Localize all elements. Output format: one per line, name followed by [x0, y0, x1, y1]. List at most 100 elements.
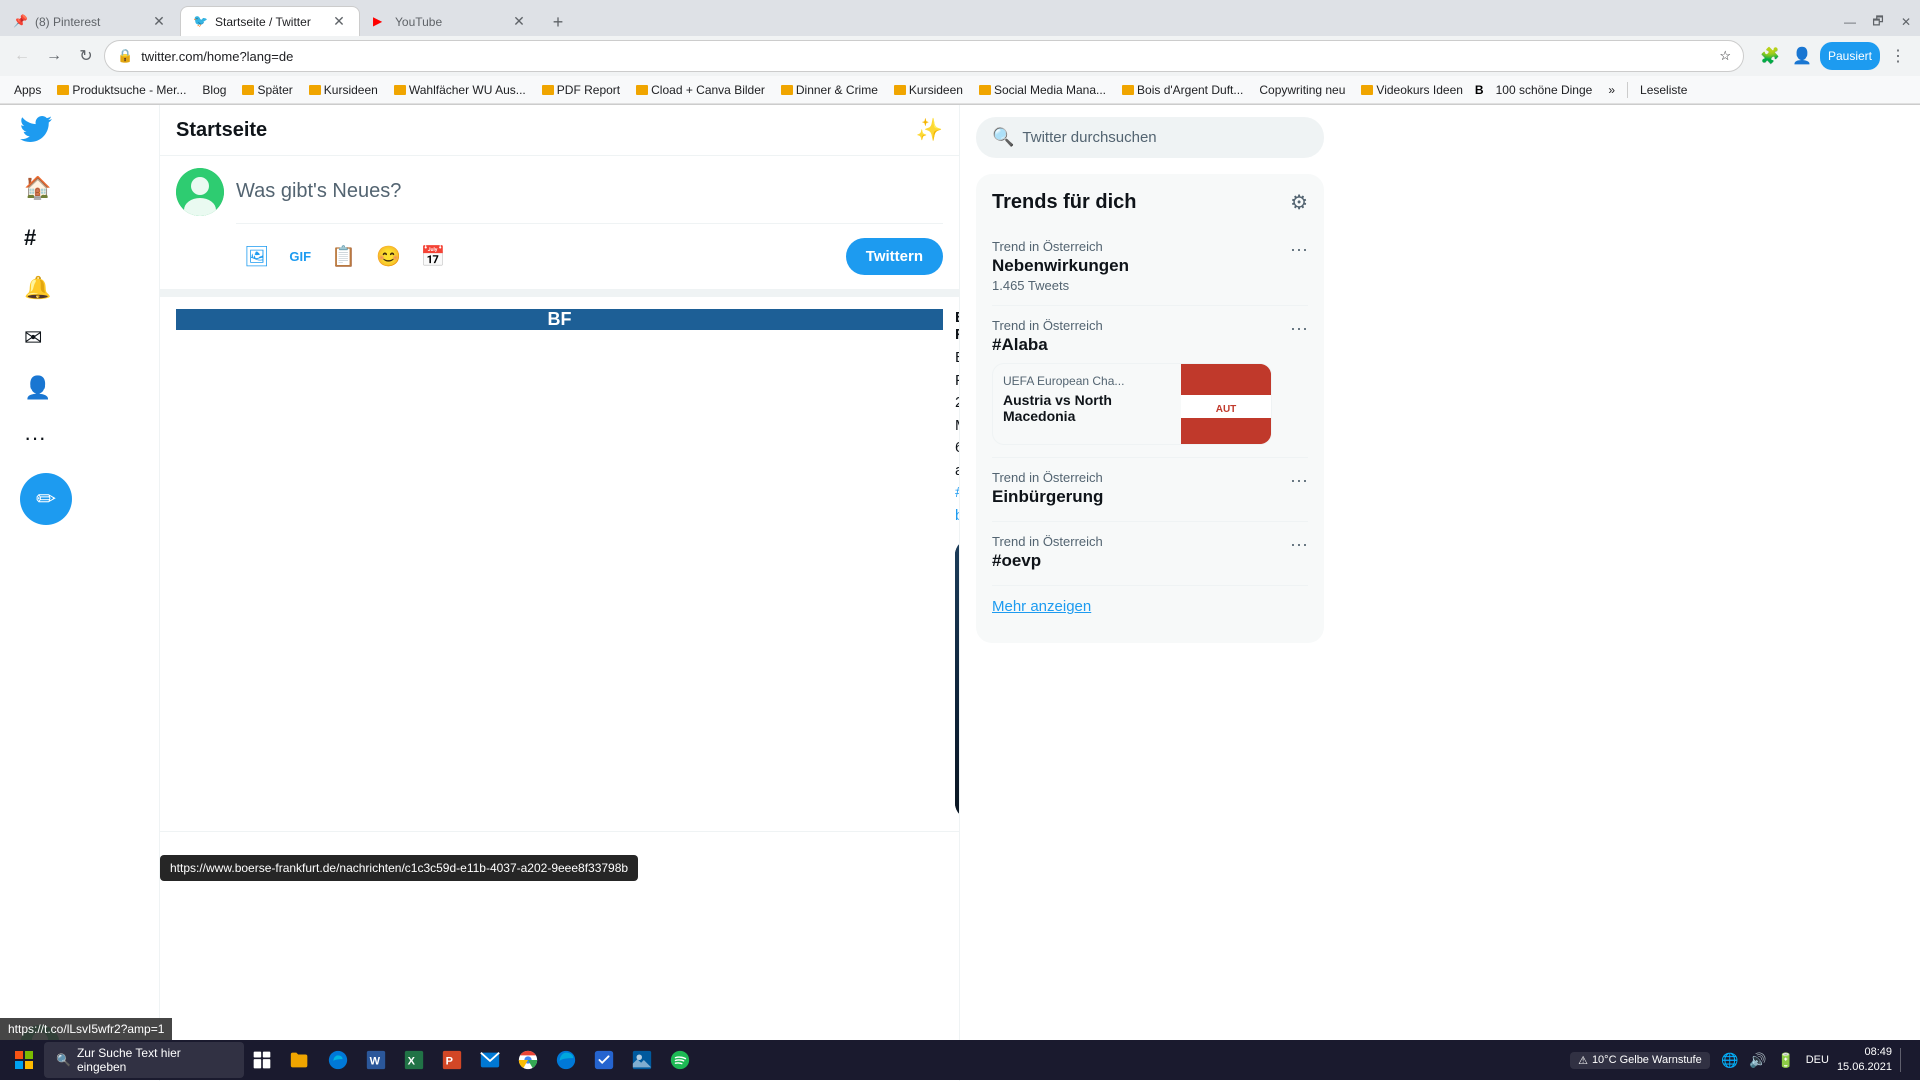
reload-button[interactable]: ↻ [72, 42, 100, 70]
show-desktop-button[interactable] [1900, 1048, 1908, 1072]
bookmark-bois[interactable]: Bois d'Argent Duft... [1116, 81, 1249, 99]
folder-icon-cload [636, 85, 648, 95]
more-icon: ··· [24, 425, 46, 451]
trend-item-nebenwirkungen[interactable]: Trend in Österreich Nebenwirkungen 1.465… [992, 227, 1308, 306]
restore-button[interactable]: 🗗 [1864, 8, 1892, 36]
twitter-favicon: 🐦 [193, 14, 209, 30]
bookmark-copywriting[interactable]: Copywriting neu [1253, 81, 1351, 99]
trends-box: Trends für dich ⚙ Trend in Österreich Ne… [976, 174, 1324, 643]
bookmark-wahlfächer[interactable]: Wahlfächer WU Aus... [388, 81, 532, 99]
bookmark-cload[interactable]: Cload + Canva Bilder [630, 81, 771, 99]
trend-item-alaba[interactable]: Trend in Österreich #Alaba UEFA European… [992, 306, 1308, 458]
search-box[interactable]: 🔍 [976, 117, 1324, 158]
sparkle-button[interactable]: ✨ [916, 117, 943, 143]
menu-button[interactable]: ⋮ [1884, 42, 1912, 70]
bookmark-social-media[interactable]: Social Media Mana... [973, 81, 1112, 99]
bookmark-produktsuche[interactable]: Produktsuche - Mer... [51, 81, 192, 99]
volume-tray-icon[interactable]: 🔊 [1746, 1048, 1770, 1072]
new-tab-button[interactable]: + [544, 8, 572, 36]
tab-youtube[interactable]: ▶ YouTube ✕ [360, 6, 540, 36]
todo-icon[interactable] [586, 1042, 622, 1078]
chrome-icon[interactable] [510, 1042, 546, 1078]
tray-clock[interactable]: 08:49 15.06.2021 [1837, 1045, 1892, 1076]
bookmark-100[interactable]: 100 schöne Dinge [1490, 81, 1599, 99]
pause-button[interactable]: Pausiert [1820, 42, 1880, 70]
trend-einbürgerung-name: Einbürgerung [992, 487, 1103, 507]
minimize-button[interactable]: — [1836, 8, 1864, 36]
search-input[interactable] [1022, 129, 1308, 146]
trend-oevp-more[interactable]: ··· [1290, 534, 1308, 555]
star-icon[interactable]: ☆ [1719, 48, 1731, 64]
mail-icon-taskbar[interactable] [472, 1042, 508, 1078]
tab-pinterest[interactable]: 📌 (8) Pinterest ✕ [0, 6, 180, 36]
folder-icon-später [242, 85, 254, 95]
browser-controls: ← → ↻ 🔒 twitter.com/home?lang=de ☆ 🧩 👤 P… [0, 36, 1920, 76]
schedule-action-button[interactable]: 📅 [413, 236, 454, 277]
bookmarks-bar: Apps Produktsuche - Mer... Blog Später K… [0, 76, 1920, 104]
taskbar-search-box[interactable]: 🔍 Zur Suche Text hier eingeben [44, 1042, 244, 1078]
trend-einbürgerung-more[interactable]: ··· [1290, 470, 1308, 491]
trend-nebenwirkungen-more[interactable]: ··· [1290, 239, 1308, 260]
back-button[interactable]: ← [8, 42, 36, 70]
network-tray-icon[interactable]: 🌐 [1718, 1048, 1742, 1072]
nav-messages[interactable]: ✉ [12, 315, 147, 361]
gif-action-button[interactable]: GIF [281, 241, 319, 272]
nav-more[interactable]: ··· [12, 415, 147, 461]
spotify-icon[interactable] [662, 1042, 698, 1078]
tab-youtube-close[interactable]: ✕ [511, 14, 527, 30]
bookmark-pdf[interactable]: PDF Report [536, 81, 626, 99]
windows-taskbar: 🔍 Zur Suche Text hier eingeben W X P [0, 1040, 1920, 1080]
edge-icon-taskbar[interactable] [548, 1042, 584, 1078]
powerpoint-icon[interactable]: P [434, 1042, 470, 1078]
forward-button[interactable]: → [40, 42, 68, 70]
bookmark-apps[interactable]: Apps [8, 81, 47, 99]
reading-list[interactable]: Leseliste [1634, 81, 1693, 99]
compose-tweet-button[interactable]: ✏ [20, 473, 72, 525]
word-icon[interactable]: W [358, 1042, 394, 1078]
nav-home[interactable]: 🏠 [12, 165, 147, 211]
bookmark-videokurs[interactable]: Videokurs Ideen [1355, 81, 1469, 99]
twittern-button[interactable]: Twittern [846, 238, 943, 275]
bookmark-kursideen2[interactable]: Kursideen [888, 81, 969, 99]
address-bar[interactable]: 🔒 twitter.com/home?lang=de ☆ [104, 40, 1744, 72]
profile-button[interactable]: 👤 [1788, 42, 1816, 70]
tab-pinterest-close[interactable]: ✕ [151, 14, 167, 30]
trend-alaba-more[interactable]: ··· [1290, 318, 1308, 339]
compose-placeholder[interactable]: Was gibt's Neues? [236, 168, 943, 215]
taskview-button[interactable] [244, 1042, 280, 1078]
battery-tray-icon[interactable]: 🔋 [1774, 1048, 1798, 1072]
bookmark-später[interactable]: Später [236, 81, 298, 99]
bookmark-dinner[interactable]: Dinner & Crime [775, 81, 884, 99]
trends-settings-button[interactable]: ⚙ [1290, 190, 1308, 215]
nav-profile[interactable]: 👤 [12, 365, 147, 411]
emoji-action-button[interactable]: 😊 [368, 236, 409, 277]
image-action-button[interactable]: 🖼 [236, 236, 277, 277]
extensions-button[interactable]: 🧩 [1756, 42, 1784, 70]
mehr-anzeigen-link[interactable]: Mehr anzeigen [992, 586, 1308, 627]
folder-icon-wahlfächer [394, 85, 406, 95]
close-window-button[interactable]: ✕ [1892, 8, 1920, 36]
compose-plus-icon: ✏ [36, 485, 56, 514]
start-button[interactable] [4, 1040, 44, 1080]
edge-icon[interactable] [320, 1042, 356, 1078]
bookmark-more[interactable]: » [1602, 81, 1621, 99]
svg-text:P: P [446, 1056, 453, 1068]
poll-action-button[interactable]: 📋 [323, 236, 364, 277]
trend-item-oevp[interactable]: Trend in Österreich #oevp ··· [992, 522, 1308, 586]
bookmark-blog[interactable]: Blog [196, 81, 232, 99]
twitter-logo[interactable] [20, 113, 52, 153]
tab-bar: 📌 (8) Pinterest ✕ 🐦 Startseite / Twitter… [0, 0, 1920, 36]
trend-item-einbürgerung[interactable]: Trend in Österreich Einbürgerung ··· [992, 458, 1308, 522]
tab-twitter[interactable]: 🐦 Startseite / Twitter ✕ [180, 6, 360, 36]
tweet-author-avatar: BF [176, 309, 943, 330]
pinterest-favicon: 📌 [13, 14, 29, 30]
tab-twitter-close[interactable]: ✕ [331, 14, 347, 30]
file-explorer-icon[interactable] [282, 1042, 318, 1078]
nav-notifications[interactable]: 🔔 [12, 265, 147, 311]
bf-avatar-inner: BF [176, 309, 943, 330]
nav-explore[interactable]: # [12, 215, 147, 261]
bookmark-kursideen1[interactable]: Kursideen [303, 81, 384, 99]
weather-display[interactable]: ⚠ 10°C Gelbe Warnstufe [1570, 1052, 1710, 1069]
photos-icon[interactable] [624, 1042, 660, 1078]
excel-icon[interactable]: X [396, 1042, 432, 1078]
